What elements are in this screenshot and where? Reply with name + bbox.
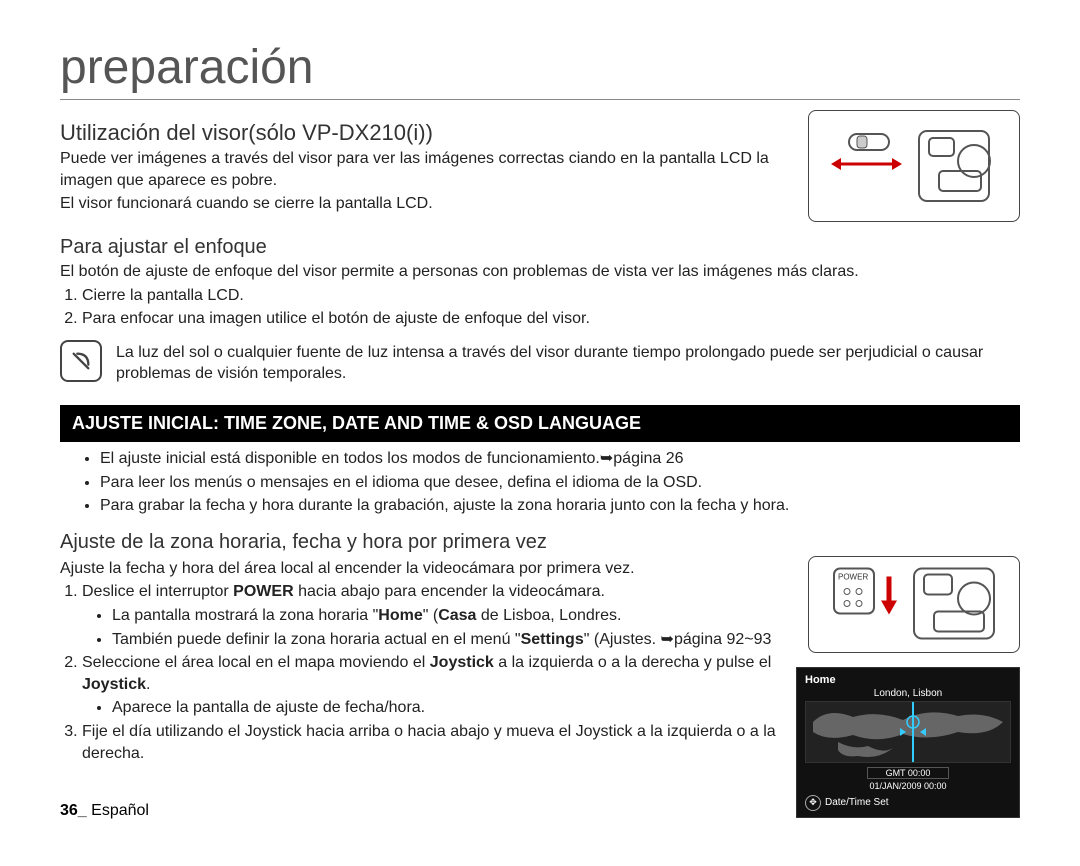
footer-lang: Español (87, 802, 149, 819)
page-title: preparación (60, 40, 1020, 100)
power-word: POWER (233, 583, 293, 600)
world-map (805, 701, 1011, 763)
page-number: 36_ (60, 802, 87, 819)
camera-power-illustration: POWER (808, 556, 1020, 653)
list-text: Deslice el interruptor (82, 583, 233, 600)
joystick-word: Joystick (430, 654, 494, 671)
paragraph: Ajuste la fecha y hora del área local al… (60, 558, 776, 580)
list-text: La pantalla mostrará la zona horaria " (112, 607, 378, 624)
list-text: a la izquierda o a la derecha y pulse el (494, 654, 772, 671)
heading-focus: Para ajustar el enfoque (60, 236, 1020, 259)
list-text: " ( (423, 607, 438, 624)
joystick-word: Joystick (82, 676, 146, 693)
screen-gmt: GMT 00:00 (867, 767, 949, 779)
nav-arrows-icon: ✥ (805, 795, 821, 811)
list-text: También puede definir la zona horaria ac… (112, 631, 521, 648)
list-item: Seleccione el área local en el mapa movi… (82, 652, 776, 719)
list-item: Deslice el interruptor POWER hacia abajo… (82, 581, 776, 650)
section-heading-bar: AJUSTE INICIAL: TIME ZONE, DATE AND TIME… (60, 405, 1020, 442)
list-text: " (Ajustes. ➥página 92~93 (584, 631, 772, 648)
list-text: Cierre la pantalla LCD. (82, 287, 244, 304)
list-text: de Lisboa, Londres. (476, 607, 621, 624)
paragraph: El visor funcionará cuando se cierre la … (60, 193, 788, 215)
list-item: Fije el día utilizando el Joystick hacia… (82, 721, 776, 764)
list-text: hacia abajo para encender la videocámara… (294, 583, 605, 600)
power-label: POWER (838, 573, 868, 582)
screen-location: London, Lisbon (805, 688, 1011, 699)
camera-viewfinder-illustration (808, 110, 1020, 222)
casa-word: Casa (438, 607, 476, 624)
screen-datetime-set-label: Date/Time Set (825, 797, 889, 808)
paragraph: El botón de ajuste de enfoque del visor … (60, 261, 1020, 283)
home-word: Home (378, 607, 422, 624)
timezone-screen: Home London, Lisbon GMT 00:00 01/JAN/200… (796, 667, 1020, 818)
list-item: Para grabar la fecha y hora durante la g… (100, 495, 1020, 517)
list-item: La pantalla mostrará la zona horaria "Ho… (112, 605, 776, 627)
screen-home-label: Home (805, 674, 1011, 686)
heading-viewfinder: Utilización del visor(sólo VP-DX210(i)) (60, 120, 788, 146)
note-icon (60, 340, 102, 382)
screen-datetime: 01/JAN/2009 00:00 (805, 781, 1011, 791)
list-text: Para enfocar una imagen utilice el botón… (82, 310, 590, 327)
note-text: La luz del sol o cualquier fuente de luz… (116, 342, 1020, 385)
list-item: También puede definir la zona horaria ac… (112, 629, 776, 651)
list-item: Aparece la pantalla de ajuste de fecha/h… (112, 697, 776, 719)
settings-word: Settings (521, 631, 584, 648)
list-text: Seleccione el área local en el mapa movi… (82, 654, 430, 671)
page-footer: 36_ Español (60, 802, 149, 820)
heading-timezone-setup: Ajuste de la zona horaria, fecha y hora … (60, 531, 1020, 554)
list-text: . (146, 676, 150, 693)
list-item: Cierre la pantalla LCD. (82, 285, 1020, 307)
list-item: El ajuste inicial está disponible en tod… (100, 448, 1020, 470)
paragraph: Puede ver imágenes a través del visor pa… (60, 148, 788, 191)
list-item: Para enfocar una imagen utilice el botón… (82, 308, 1020, 330)
list-item: Para leer los menús o mensajes en el idi… (100, 472, 1020, 494)
